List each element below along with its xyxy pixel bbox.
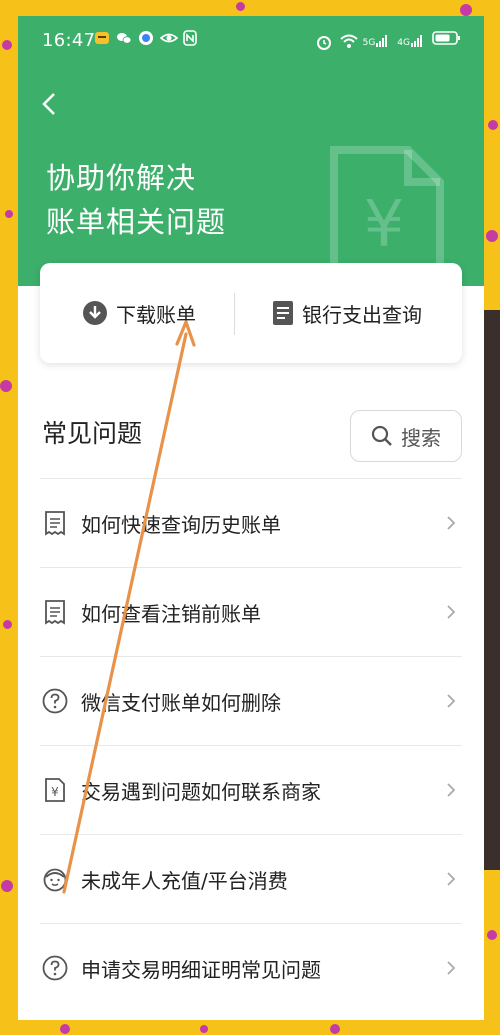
bank-expense-query-label: 银行支出查询 (302, 302, 422, 327)
decor-dot (60, 1024, 70, 1034)
title-line-2: 账单相关问题 (46, 205, 227, 239)
child-face-icon (43, 868, 67, 892)
decor-dot (488, 120, 498, 130)
faq-item[interactable]: 微信支付账单如何删除 (40, 656, 462, 745)
decor-dot (487, 930, 497, 940)
chevron-right-icon (447, 694, 456, 708)
eye-icon (159, 30, 179, 46)
faq-item-label: 申请交易明细证明常见问题 (81, 957, 321, 982)
header: 16:47 5G 4G 协助你解决 账单相关问题 ¥ (18, 16, 484, 286)
chevron-left-icon (42, 93, 55, 115)
decor-dot (0, 380, 12, 392)
status-time: 16:47 (42, 30, 96, 51)
decor-dot (486, 230, 498, 242)
signal-4g-icon: 4G (397, 34, 424, 48)
message-icon (138, 30, 154, 46)
search-button[interactable]: 搜索 (350, 410, 462, 462)
chevron-right-icon (447, 783, 456, 797)
decor-dot (5, 210, 13, 218)
yuan-receipt-icon: ¥ (45, 778, 65, 802)
search-label: 搜索 (401, 425, 441, 450)
decor-dot (1, 880, 13, 892)
decor-dot (236, 2, 245, 11)
download-bill-button[interactable]: 下载账单 (82, 263, 196, 363)
phone-screen: 16:47 5G 4G 协助你解决 账单相关问题 ¥ 下载账单 银行支出查询 常… (18, 16, 484, 1020)
chevron-right-icon (447, 872, 456, 886)
faq-item[interactable]: 未成年人充值/平台消费 (40, 834, 462, 923)
battery-icon (432, 30, 462, 51)
chevron-right-icon (447, 516, 456, 530)
wechat-icon (116, 30, 132, 46)
decor-dot (330, 1024, 340, 1034)
question-circle-icon (42, 955, 68, 981)
background-photo-edge (484, 310, 500, 870)
status-bar: 16:47 5G 4G (18, 16, 484, 64)
signal-5g-label: 5G (362, 37, 376, 48)
question-circle-icon (42, 688, 68, 714)
document-icon (273, 301, 293, 325)
card-divider (234, 293, 235, 335)
svg-text:¥: ¥ (51, 785, 59, 799)
faq-item-label: 微信支付账单如何删除 (81, 690, 281, 715)
decor-dot (3, 620, 12, 629)
page-title: 协助你解决 账单相关问题 (46, 156, 226, 244)
faq-item-label: 未成年人充值/平台消费 (81, 868, 288, 893)
faq-title: 常见问题 (42, 419, 143, 448)
faq-item-label: 如何查看注销前账单 (81, 601, 261, 626)
receipt-icon (45, 511, 65, 536)
faq-item[interactable]: ¥ 交易遇到问题如何联系商家 (40, 745, 462, 834)
chevron-right-icon (447, 605, 456, 619)
back-button[interactable] (38, 90, 62, 118)
chevron-right-icon (447, 961, 456, 975)
decor-dot (200, 1025, 208, 1033)
faq-item[interactable]: 申请交易明细证明常见问题 (40, 923, 462, 1012)
nfc-icon (182, 30, 198, 46)
bank-expense-query-button[interactable]: 银行支出查询 (272, 263, 422, 363)
signal-4g-label: 4G (397, 37, 410, 48)
faq-item-label: 如何快速查询历史账单 (81, 512, 281, 537)
faq-list: 如何快速查询历史账单 如何查看注销前账单 微信支付账单如何删除 ¥ 交易遇到问题… (40, 478, 462, 1012)
app-notification-icon (94, 30, 110, 46)
signal-5g-icon: 5G (363, 34, 390, 48)
download-bill-label: 下载账单 (116, 302, 196, 327)
decor-dot (460, 4, 472, 16)
faq-item[interactable]: 如何查看注销前账单 (40, 567, 462, 656)
receipt-icon (45, 600, 65, 625)
download-circle-icon (83, 301, 107, 325)
title-line-1: 协助你解决 (46, 161, 197, 195)
wifi-icon (339, 33, 358, 49)
alarm-icon (315, 33, 331, 50)
decor-dot (2, 40, 12, 50)
faq-item-label: 交易遇到问题如何联系商家 (81, 779, 321, 804)
actions-card: 下载账单 银行支出查询 (40, 263, 462, 363)
watermark-symbol: ¥ (364, 188, 405, 262)
search-icon (371, 425, 392, 446)
faq-item[interactable]: 如何快速查询历史账单 (40, 478, 462, 567)
